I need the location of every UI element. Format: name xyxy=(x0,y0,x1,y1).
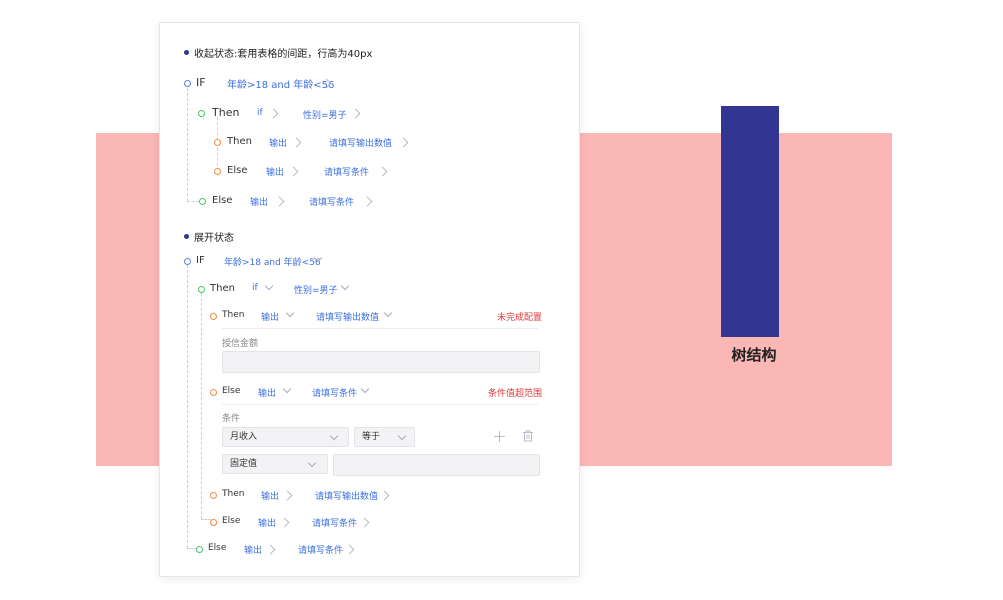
value-type-select[interactable]: 固定值 xyxy=(222,454,328,474)
then-output-select[interactable]: 输出 xyxy=(261,310,279,323)
section-bullet xyxy=(184,234,189,239)
else-node-icon xyxy=(210,519,217,526)
then-condition-select[interactable]: 性别=男子 xyxy=(294,283,338,296)
value-out-of-range-error: 条件值超范围 xyxy=(488,389,543,399)
field-select[interactable]: 月收入 xyxy=(222,427,349,447)
chevron-right-icon[interactable] xyxy=(268,108,279,119)
chevron-down-icon[interactable] xyxy=(340,281,350,291)
then-if-select[interactable]: if xyxy=(252,283,258,293)
if-condition-select[interactable]: 年龄>18 and 年龄<56 xyxy=(224,255,321,268)
inner-then-keyword: Then xyxy=(227,136,252,147)
then-keyword: Then xyxy=(212,106,240,119)
value-type-select-value: 固定值 xyxy=(230,459,258,469)
chevron-right-icon[interactable] xyxy=(379,490,390,501)
inner-else-node-icon xyxy=(214,168,221,175)
connector xyxy=(187,201,199,202)
if-node-icon xyxy=(184,258,191,265)
then-node-icon xyxy=(210,492,217,499)
inner-else-value-link[interactable]: 请填写条件 xyxy=(324,165,369,178)
else-keyword: Else xyxy=(222,386,241,396)
chevron-right-icon[interactable] xyxy=(282,490,293,501)
tree-structure-marker xyxy=(721,106,779,337)
then-condition-link[interactable]: 性别=男子 xyxy=(303,108,347,121)
tree-structure-label: 树结构 xyxy=(731,346,777,364)
tree-rule-card: 收起状态:套用表格的间距，行高为40px IF 年龄>18 and 年龄<56 … xyxy=(159,22,580,577)
condition-label: 条件 xyxy=(222,414,241,424)
then-value-select[interactable]: 请填写输出数值 xyxy=(316,310,379,323)
if-keyword: IF xyxy=(196,255,205,266)
if-condition-link[interactable]: 年龄>18 and 年龄<56 xyxy=(227,76,334,91)
plus-icon[interactable] xyxy=(494,431,505,442)
if-node-icon xyxy=(184,80,191,87)
else-output-link[interactable]: 输出 xyxy=(250,195,268,208)
chevron-down-icon[interactable] xyxy=(285,308,295,318)
else-value-link[interactable]: 请填写条件 xyxy=(309,195,354,208)
credit-amount-input[interactable] xyxy=(222,351,540,373)
fixed-value-input[interactable] xyxy=(333,454,540,476)
divider xyxy=(222,404,538,405)
chevron-down-icon xyxy=(329,431,339,441)
else-node-icon xyxy=(196,546,203,553)
credit-amount-label: 授信金额 xyxy=(222,339,259,349)
chevron-right-icon[interactable] xyxy=(377,166,388,177)
then-output-link[interactable]: 输出 xyxy=(261,489,279,502)
divider xyxy=(222,328,538,329)
then-value-link[interactable]: 请填写输出数值 xyxy=(315,489,378,502)
else-value-link[interactable]: 请填写条件 xyxy=(298,543,343,556)
else-keyword: Else xyxy=(222,516,241,526)
then-if-link[interactable]: if xyxy=(257,108,263,118)
incomplete-config-error: 未完成配置 xyxy=(497,313,543,323)
if-keyword: IF xyxy=(196,76,206,89)
connector xyxy=(187,88,188,201)
collapsed-section-title: 收起状态:套用表格的间距，行高为40px xyxy=(194,49,373,60)
then-keyword: Then xyxy=(222,310,245,320)
then-node-icon xyxy=(210,313,217,320)
chevron-down-icon xyxy=(397,431,407,441)
else-output-select[interactable]: 输出 xyxy=(258,386,276,399)
else-node-icon xyxy=(199,198,206,205)
chevron-right-icon[interactable] xyxy=(398,137,409,148)
chevron-down-icon[interactable] xyxy=(383,308,393,318)
operator-select-value: 等于 xyxy=(362,432,381,442)
else-output-link[interactable]: 输出 xyxy=(244,543,262,556)
connector xyxy=(187,265,188,548)
else-node-icon xyxy=(210,389,217,396)
field-select-value: 月收入 xyxy=(230,432,258,442)
chevron-right-icon[interactable] xyxy=(291,137,302,148)
connector xyxy=(201,293,202,519)
else-value-link[interactable]: 请填写条件 xyxy=(312,516,357,529)
chevron-right-icon[interactable] xyxy=(288,166,299,177)
chevron-right-icon[interactable] xyxy=(350,108,361,119)
inner-then-value-link[interactable]: 请填写输出数值 xyxy=(329,136,392,149)
chevron-right-icon[interactable] xyxy=(274,196,285,207)
chevron-down-icon[interactable] xyxy=(282,384,292,394)
chevron-right-icon[interactable] xyxy=(279,517,290,528)
connector xyxy=(203,118,204,119)
expanded-section-title: 展开状态 xyxy=(194,233,234,244)
section-bullet xyxy=(184,50,189,55)
inner-then-node-icon xyxy=(214,139,221,146)
inner-else-keyword: Else xyxy=(227,165,248,176)
chevron-down-icon xyxy=(307,458,317,468)
chevron-down-icon[interactable] xyxy=(264,281,274,291)
then-node-icon xyxy=(198,110,205,117)
else-value-select[interactable]: 请填写条件 xyxy=(312,386,357,399)
operator-select[interactable]: 等于 xyxy=(354,427,415,447)
then-node-icon xyxy=(198,286,205,293)
trash-icon[interactable] xyxy=(522,430,534,442)
chevron-down-icon[interactable] xyxy=(360,384,370,394)
else-keyword: Else xyxy=(212,195,233,206)
inner-then-output-link[interactable]: 输出 xyxy=(269,136,287,149)
then-keyword: Then xyxy=(222,489,245,499)
inner-else-output-link[interactable]: 输出 xyxy=(266,165,284,178)
chevron-right-icon[interactable] xyxy=(362,196,373,207)
else-output-link[interactable]: 输出 xyxy=(258,516,276,529)
then-keyword: Then xyxy=(210,283,235,294)
else-keyword: Else xyxy=(208,543,227,553)
chevron-right-icon[interactable] xyxy=(344,544,355,555)
chevron-right-icon[interactable] xyxy=(265,544,276,555)
chevron-right-icon[interactable] xyxy=(359,517,370,528)
